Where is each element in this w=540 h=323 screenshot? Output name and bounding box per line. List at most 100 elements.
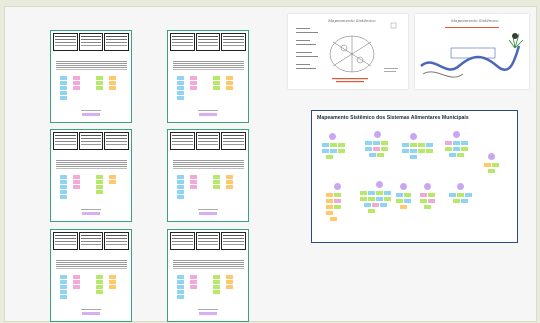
template-frame-5[interactable] <box>50 229 132 322</box>
sticky-note <box>410 155 417 159</box>
sticky-column-pink <box>190 76 197 90</box>
cluster-node <box>334 183 341 190</box>
sticky-note <box>428 199 435 203</box>
systemic-mapping-board[interactable]: Mapeamento Sistêmico dos Sistemas Alimen… <box>311 110 518 243</box>
frame-footer-sticky <box>82 113 100 116</box>
template-frame-2[interactable] <box>167 30 249 123</box>
sticky-column-blue <box>60 275 67 299</box>
frame-footer-sticky <box>199 312 217 315</box>
sticky-column-pink <box>190 175 197 189</box>
sticky-column-green <box>96 275 103 294</box>
sticky-column-green <box>213 175 220 189</box>
sticky-note <box>445 141 452 145</box>
sticky-note <box>360 197 367 201</box>
template-frame-4[interactable] <box>167 129 249 222</box>
sticky-note <box>465 193 472 197</box>
sticky-note <box>377 153 384 157</box>
sticky-note <box>364 203 371 207</box>
sticky-column-blue <box>60 76 67 100</box>
sticky-note <box>360 191 367 195</box>
sticky-note <box>410 149 417 153</box>
sticky-note <box>381 141 388 145</box>
cluster-node <box>424 183 431 190</box>
sticky-column-orange <box>226 175 233 189</box>
template-frame-1[interactable] <box>50 30 132 123</box>
sticky-column-orange <box>109 175 116 184</box>
sticky-note <box>334 205 341 209</box>
sticky-note <box>384 191 391 195</box>
whiteboard-canvas[interactable]: Mapeamento Sistêmico Mapeamento Sistêmic… <box>4 6 537 322</box>
frame-footer-sticky <box>82 212 100 215</box>
frame-text-block <box>56 61 92 73</box>
cluster-node <box>488 153 495 160</box>
frame-text-block <box>173 260 209 272</box>
sticky-note <box>488 169 495 173</box>
sticky-column-pink <box>73 76 80 90</box>
sticky-note <box>334 193 341 197</box>
frame-text-block <box>91 160 127 172</box>
sticky-column-green <box>213 275 220 294</box>
cluster-node <box>329 133 336 140</box>
frame-footer-sticky <box>199 113 217 116</box>
cluster-node <box>410 133 417 140</box>
reference-image-right[interactable]: Mapeamento Sistêmico <box>415 14 529 89</box>
reference-image-left[interactable]: Mapeamento Sistêmico <box>288 14 408 89</box>
sticky-note <box>376 191 383 195</box>
sticky-note <box>418 149 425 153</box>
sticky-note <box>461 141 468 145</box>
sticky-column-orange <box>109 275 116 289</box>
template-frame-6[interactable] <box>167 229 249 322</box>
sticky-note <box>402 143 409 147</box>
sticky-note <box>334 199 341 203</box>
sticky-note <box>373 141 380 145</box>
sticky-column-green <box>96 175 103 194</box>
sticky-column-green <box>213 76 220 90</box>
sticky-note <box>420 199 427 203</box>
frame-text-block <box>208 160 244 172</box>
sticky-note <box>396 193 403 197</box>
sticky-column-green <box>96 76 103 90</box>
sticky-column-orange <box>226 76 233 90</box>
sticky-note <box>428 193 435 197</box>
sticky-note <box>457 153 464 157</box>
sticky-note <box>326 199 333 203</box>
sticky-note <box>424 205 431 209</box>
sticky-note <box>461 147 468 151</box>
sticky-note <box>453 141 460 145</box>
board-title: Mapeamento Sistêmico dos Sistemas Alimen… <box>317 115 469 121</box>
sticky-note <box>372 203 379 207</box>
sticky-note <box>380 203 387 207</box>
frame-header-table <box>170 33 247 51</box>
sticky-note <box>322 149 329 153</box>
frame-footer-text <box>81 309 101 310</box>
frame-text-block <box>56 260 92 272</box>
frame-header-table <box>53 132 130 150</box>
sticky-note <box>368 209 375 213</box>
sticky-column-blue <box>177 175 184 199</box>
cluster-node <box>457 183 464 190</box>
frame-text-block <box>91 260 127 272</box>
wave-diagram-illustration <box>420 27 524 78</box>
sticky-note <box>381 147 388 151</box>
sticky-note <box>376 197 383 201</box>
sticky-note <box>461 199 468 203</box>
sticky-note <box>369 153 376 157</box>
frame-footer-text <box>198 110 218 111</box>
sticky-note <box>402 149 409 153</box>
cluster-node <box>374 131 381 138</box>
frame-footer-text <box>198 309 218 310</box>
sticky-note <box>365 147 372 151</box>
sticky-note <box>365 141 372 145</box>
sticky-note <box>396 199 403 203</box>
frame-footer-sticky <box>199 212 217 215</box>
frame-text-block <box>173 61 209 73</box>
frame-footer-text <box>81 209 101 210</box>
frame-text-block <box>173 160 209 172</box>
sticky-column-pink <box>73 275 80 289</box>
sticky-note <box>330 217 337 221</box>
template-frame-3[interactable] <box>50 129 132 222</box>
sticky-note <box>426 143 433 147</box>
sticky-note <box>326 211 333 215</box>
sticky-note <box>453 199 460 203</box>
sticky-note <box>338 149 345 153</box>
